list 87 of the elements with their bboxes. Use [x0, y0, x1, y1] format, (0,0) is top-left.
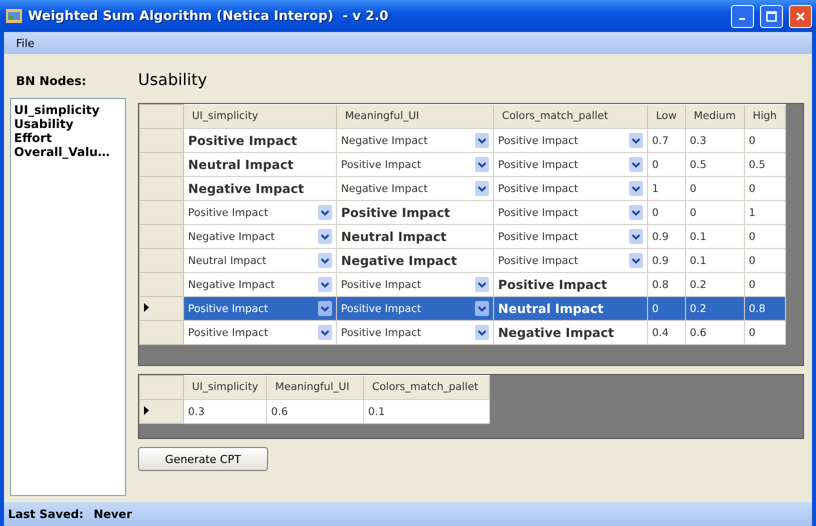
dropdown-caret-icon[interactable]: [629, 205, 643, 220]
table-cell: 1: [748, 207, 756, 219]
table-cell: 1: [652, 183, 659, 195]
table-cell: 0.5: [748, 159, 766, 171]
dropdown-caret-icon[interactable]: [475, 301, 489, 316]
table-cell: Negative Impact: [498, 325, 614, 340]
table-cell: 0: [748, 255, 756, 267]
table-cell: 0: [748, 279, 756, 291]
table-cell: 0: [748, 231, 756, 243]
table-cell: 0.7: [652, 135, 669, 147]
dropdown-caret-icon[interactable]: [629, 253, 643, 268]
table-cell: 0: [690, 207, 696, 219]
table-cell: 0: [690, 183, 696, 195]
table-cell: 0.5: [690, 159, 706, 171]
dropdown-caret-icon[interactable]: [318, 205, 332, 220]
column-header: UI_simplicity: [184, 376, 267, 400]
close-icon[interactable]: [795, 10, 806, 22]
app-icon: [6, 9, 22, 23]
dropdown-caret-icon[interactable]: [475, 157, 489, 172]
status-label: Last Saved:: [8, 507, 84, 521]
column-header: Meaningful_UI: [266, 376, 364, 400]
maximize-button[interactable]: [760, 4, 783, 28]
node-list-item[interactable]: Usability: [14, 117, 122, 131]
table-cell: 0: [652, 207, 659, 219]
node-list-item[interactable]: UI_simplicity: [14, 103, 122, 117]
close-button[interactable]: [789, 4, 812, 28]
window-title: Weighted Sum Algorithm (Netica Interop) - v 2.0: [28, 8, 390, 24]
dropdown-caret-icon[interactable]: [475, 325, 489, 340]
minimize-button[interactable]: [731, 4, 754, 28]
dropdown-caret-icon[interactable]: [629, 229, 643, 244]
table-cell: Neutral Impact: [498, 301, 604, 316]
table-cell: 0: [748, 183, 756, 195]
column-header: Colors_match_pallet: [494, 104, 648, 128]
table-cell: 0: [748, 135, 756, 147]
table-cell: 0.1: [690, 231, 706, 243]
nodes-label: BN Nodes:: [15, 73, 88, 88]
node-list-item[interactable]: Effort: [14, 131, 122, 145]
dropdown-caret-icon[interactable]: [475, 181, 489, 196]
dropdown-caret-icon[interactable]: [629, 157, 643, 172]
dropdown-caret-icon[interactable]: [318, 229, 332, 244]
table-cell: 0.8: [748, 303, 766, 315]
table-cell: 0.2: [690, 303, 706, 315]
table-cell: Positive Impact: [341, 205, 450, 220]
row-header[interactable]: [140, 400, 184, 424]
menu-item[interactable]: File: [10, 34, 40, 52]
table-cell: 0.2: [690, 279, 706, 291]
table-cell: Neutral Impact: [188, 157, 294, 172]
column-header: Low: [648, 104, 686, 128]
dropdown-caret-icon[interactable]: [629, 181, 643, 196]
node-list-item[interactable]: Overall_Valu…: [14, 145, 122, 159]
node-title: Usability: [138, 69, 208, 91]
generate-cpt-button[interactable]: Generate CPT: [138, 447, 268, 471]
column-header: UI_simplicity: [184, 104, 336, 128]
table-cell: 0: [748, 327, 756, 339]
table-cell: 0.9: [652, 255, 669, 267]
column-header: Colors_match_pallet: [364, 376, 490, 400]
table-cell: 0.9: [652, 231, 669, 243]
maximize-icon[interactable]: [766, 10, 777, 22]
current-row-icon: [144, 303, 149, 312]
table-cell: 0.6: [690, 327, 706, 339]
dropdown-caret-icon[interactable]: [318, 253, 332, 268]
table-cell: 0.1: [690, 255, 706, 267]
table-cell: 0.4: [652, 327, 669, 339]
table-cell: 0.3: [188, 406, 205, 418]
table-cell: Positive Impact: [498, 277, 608, 292]
dropdown-caret-icon[interactable]: [318, 277, 332, 292]
dropdown-caret-icon[interactable]: [629, 133, 643, 148]
dropdown-caret-icon[interactable]: [475, 277, 489, 292]
table-cell: 0.1: [368, 406, 385, 418]
table-cell: Neutral Impact: [341, 229, 446, 244]
dropdown-caret-icon[interactable]: [475, 133, 489, 148]
dropdown-caret-icon[interactable]: [318, 325, 332, 340]
row-header[interactable]: [140, 296, 184, 320]
status-value: Never: [94, 507, 132, 521]
table-cell: 0.3: [690, 135, 706, 147]
table-cell: Negative Impact: [341, 253, 458, 268]
current-row-icon: [144, 406, 149, 415]
table-cell: Negative Impact: [188, 181, 304, 196]
column-header: Meaningful_UI: [336, 104, 494, 128]
column-header: High: [744, 104, 786, 128]
table-cell: Positive Impact: [188, 133, 298, 148]
dropdown-caret-icon[interactable]: [318, 301, 332, 316]
table-cell: 0: [652, 303, 659, 315]
table-cell: 0: [652, 159, 659, 171]
column-header: Medium: [685, 104, 744, 128]
table-cell: 0.8: [652, 279, 669, 291]
table-cell: 0.6: [271, 406, 288, 418]
